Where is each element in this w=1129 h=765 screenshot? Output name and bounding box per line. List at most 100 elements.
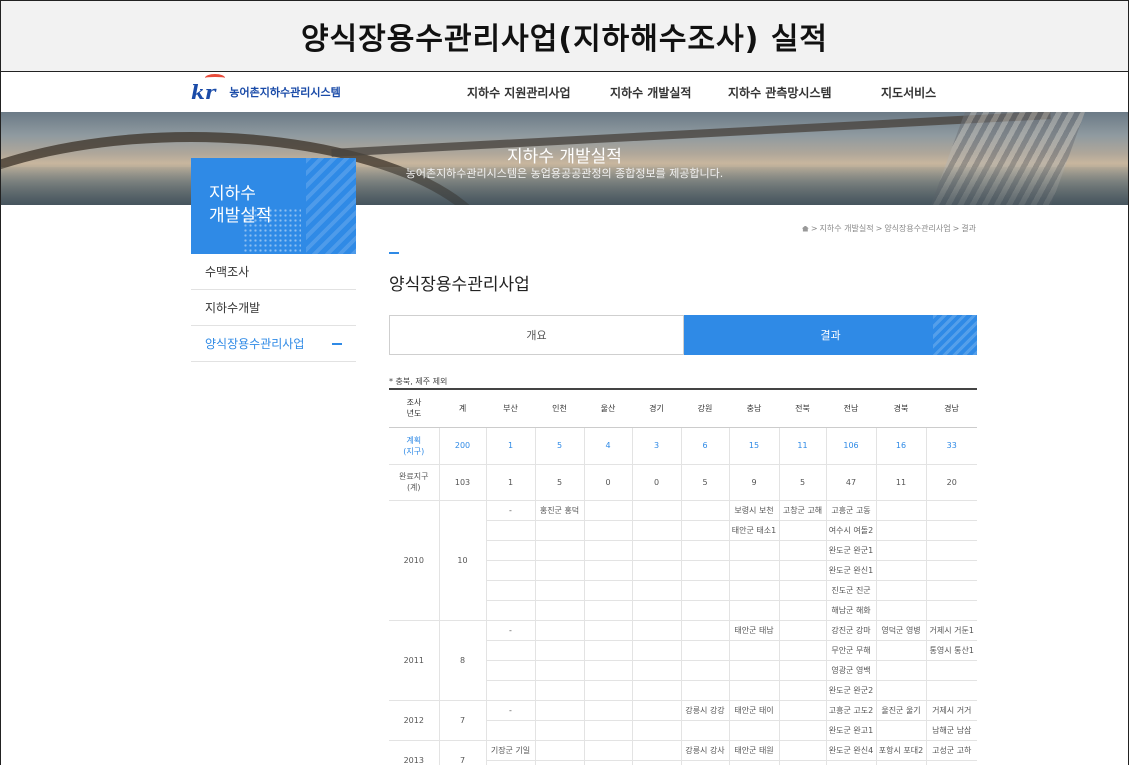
table-cell (486, 600, 536, 621)
total-cell: 10 (439, 500, 487, 621)
sidebar-title-line1: 지하수 (209, 184, 256, 204)
breadcrumb-item: 결과 (961, 224, 976, 233)
table-cell: 태안군 태남 (729, 620, 780, 641)
table-header-cell: 전북 (779, 388, 826, 428)
year-cell: 2013 (389, 740, 440, 765)
table-header-cell: 강원 (681, 388, 729, 428)
table-cell (681, 620, 730, 641)
table-cell (926, 520, 977, 541)
nav-item-monitoring[interactable]: 지하수 관측망시스템 (728, 84, 832, 101)
table-cell (535, 580, 585, 601)
table-cell (876, 600, 927, 621)
results-table: 조사 년도 계 부산 인천 울산 경기 강원 충남 전북 전남 경북 경남 계획 (지구) 200 1 5 4 3 6… (389, 388, 977, 765)
table-cell (729, 760, 780, 765)
table-cell (876, 760, 927, 765)
table-cell (584, 660, 633, 681)
table-cell (584, 740, 633, 761)
sidebar-item-groundwater-dev[interactable]: 지하수개발 (191, 290, 356, 326)
table-cell (486, 720, 536, 741)
breadcrumb-item[interactable]: 양식장용수관리사업 (884, 223, 950, 234)
table-cell (876, 560, 927, 581)
table-cell (486, 580, 536, 601)
table-cell (876, 640, 927, 661)
collapse-minus-icon[interactable] (332, 343, 342, 345)
table-cell (876, 500, 927, 521)
table-cell (779, 700, 827, 721)
table-cell: 진도군 진군 (826, 580, 877, 601)
sidebar-item-vein-survey[interactable]: 수맥조사 (191, 254, 356, 290)
title-bar: 양식장용수관리사업(지하해수조사) 실적 (0, 0, 1129, 72)
table-cell: 11 (876, 464, 927, 501)
sidebar-item-aquaculture[interactable]: 양식장용수관리사업 (191, 326, 356, 362)
table-cell: 강진군 강마 (826, 620, 877, 641)
table-cell: 영광군 영백 (826, 660, 877, 681)
table-cell (779, 520, 827, 541)
table-cell (876, 720, 927, 741)
table-cell (681, 660, 730, 681)
home-icon[interactable] (801, 225, 809, 232)
table-cell (535, 520, 585, 541)
table-cell (926, 660, 977, 681)
table-cell: 강릉시 강사 (681, 740, 730, 761)
nav-item-support[interactable]: 지하수 지원관리사업 (467, 84, 571, 101)
table-cell: 울진군 울기 (876, 700, 927, 721)
table-cell (535, 640, 585, 661)
table-cell: 남해군 남삼 (926, 720, 977, 741)
table-cell (486, 520, 536, 541)
table-cell: 보령시 보천 (729, 500, 780, 521)
table-cell (535, 720, 585, 741)
logo-text: 농어촌지하수관리시스템 (229, 86, 341, 99)
table-cell (632, 700, 682, 721)
table-cell (779, 540, 827, 561)
nav-item-map-service[interactable]: 지도서비스 (881, 84, 936, 101)
table-cell (926, 560, 977, 581)
table-cell (584, 600, 633, 621)
table-cell: 완료지구 (계) (389, 464, 440, 501)
table-cell (632, 760, 682, 765)
table-cell (876, 520, 927, 541)
table-cell (681, 520, 730, 541)
year-cell: 2012 (389, 700, 440, 741)
plan-row: 계획 (지구) 200 1 5 4 3 6 15 11 106 16 33 (389, 427, 977, 465)
table-cell (584, 500, 633, 521)
table-cell (779, 740, 827, 761)
table-cell (486, 560, 536, 581)
table-cell: 태안군 태원 (729, 740, 780, 761)
table-cell: 16 (876, 427, 927, 465)
table-cell (681, 760, 730, 765)
table-cell (584, 580, 633, 601)
results-table-body: 계획 (지구) 200 1 5 4 3 6 15 11 106 16 33 완료지구 (계) 103 1 5 0 0 5… (389, 427, 977, 765)
table-cell (584, 520, 633, 541)
table-cell: 거제시 거둔1 (926, 620, 977, 641)
table-cell: 47 (826, 464, 877, 501)
table-cell (926, 680, 977, 701)
table-cell (486, 680, 536, 701)
tab-overview[interactable]: 개요 (389, 315, 684, 355)
table-cell (876, 680, 927, 701)
table-cell (681, 720, 730, 741)
table-cell: 4 (584, 427, 633, 465)
table-cell (729, 660, 780, 681)
table-cell: 1 (486, 464, 536, 501)
tab-results[interactable]: 결과 (684, 315, 977, 355)
table-header-cell: 울산 (584, 388, 632, 428)
table-header-cell: 경북 (876, 388, 926, 428)
site-logo[interactable]: kr 농어촌지하수관리시스템 (191, 74, 341, 104)
table-header-cell: 전남 (826, 388, 876, 428)
table-row: 2012 7- 강릉시 강강 태안군 태이 고흥군 고도2 울진군 울기 거제시 거거 (389, 700, 977, 741)
table-cell (729, 540, 780, 561)
table-cell: 여수시 여돌2 (826, 520, 877, 541)
hero-banner: 지하수 개발실적 농어촌지하수관리시스템은 농업용공공관정의 종합정보를 제공합… (1, 112, 1128, 205)
table-cell (681, 560, 730, 581)
breadcrumb-item[interactable]: 지하수 개발실적 (820, 223, 874, 234)
table-cell (584, 540, 633, 561)
table-cell: 고성군 고하 (926, 740, 977, 761)
table-cell (632, 600, 682, 621)
table-cell (681, 680, 730, 701)
table-cell (729, 720, 780, 741)
nav-item-development[interactable]: 지하수 개발실적 (610, 84, 691, 101)
title-accent-bar (389, 252, 399, 254)
table-cell (535, 700, 585, 721)
table-cell: 태안군 태소1 (729, 520, 780, 541)
table-cell: 9 (729, 464, 780, 501)
